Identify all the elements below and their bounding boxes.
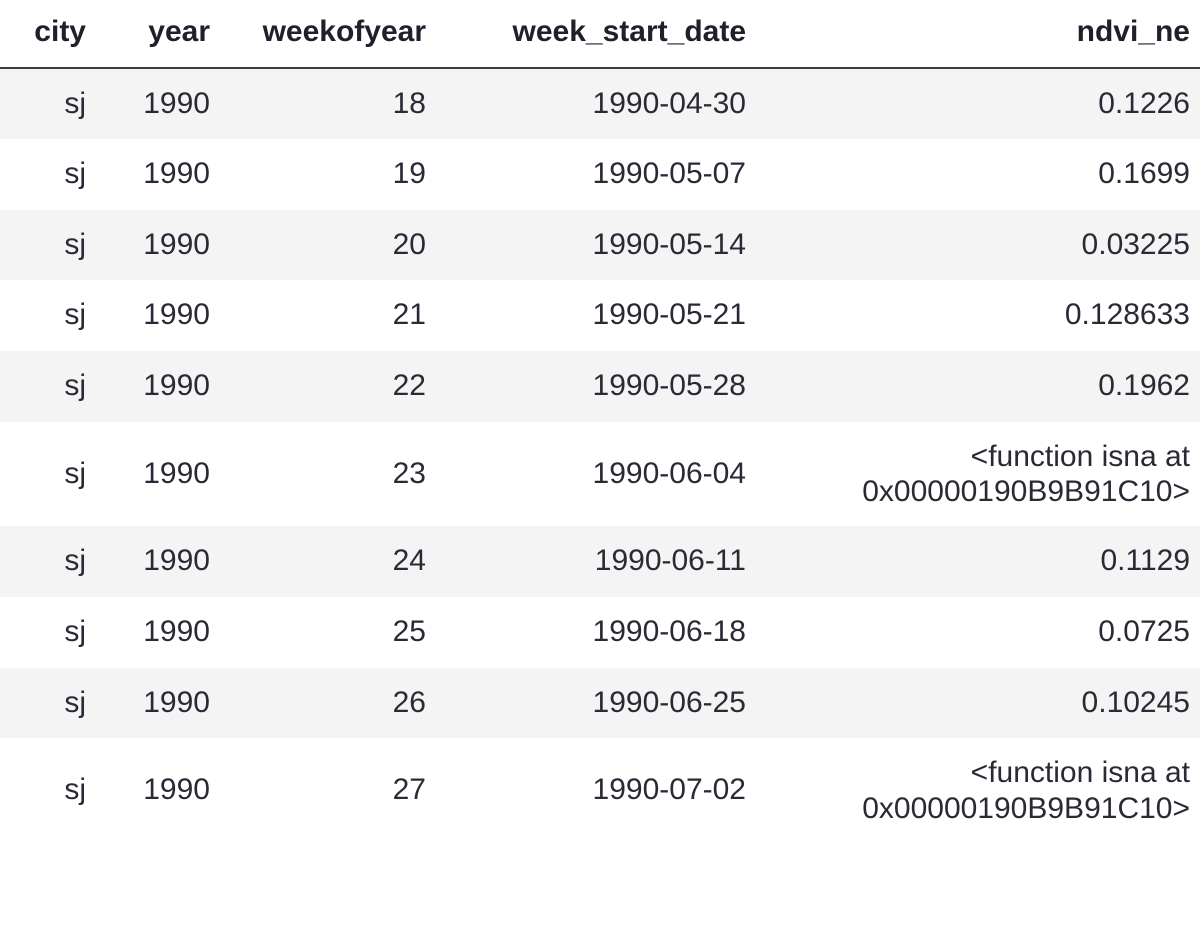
table-row: sj 1990 26 1990-06-25 0.10245 [0,667,1200,739]
table-body: sj 1990 18 1990-04-30 0.1226 sj 1990 19 … [0,67,1200,843]
cell-year: 1990 [96,421,220,527]
column-header-year[interactable]: year [96,0,220,69]
cell-weekofyear: 27 [220,738,436,843]
cell-weekofyear: 18 [220,67,436,140]
cell-year: 1990 [96,596,220,668]
table-row: sj 1990 23 1990-06-04 <function isna at … [0,421,1200,527]
cell-week-start-date: 1990-06-18 [436,596,756,668]
cell-weekofyear: 19 [220,139,436,210]
cell-ndvi-ne: 0.1962 [756,350,1200,422]
column-header-city[interactable]: city [0,0,96,69]
cell-ndvi-ne: 0.1129 [756,526,1200,597]
table-row: sj 1990 27 1990-07-02 <function isna at … [0,738,1200,843]
cell-week-start-date: 1990-07-02 [436,738,756,843]
cell-week-start-date: 1990-05-21 [436,280,756,351]
cell-weekofyear: 21 [220,280,436,351]
cell-week-start-date: 1990-05-07 [436,139,756,210]
cell-city: sj [0,280,96,351]
cell-ndvi-ne: <function isna at 0x00000190B9B91C10> [756,421,1200,527]
table-row: sj 1990 19 1990-05-07 0.1699 [0,139,1200,210]
column-header-week-start-date[interactable]: week_start_date [436,0,756,69]
cell-year: 1990 [96,667,220,739]
table-row: sj 1990 18 1990-04-30 0.1226 [0,67,1200,140]
cell-year: 1990 [96,350,220,422]
cell-week-start-date: 1990-05-28 [436,350,756,422]
column-header-ndvi-ne[interactable]: ndvi_ne [756,0,1200,69]
table-row: sj 1990 21 1990-05-21 0.128633 [0,280,1200,351]
table-header: city year weekofyear week_start_date ndv… [0,0,1200,69]
cell-week-start-date: 1990-05-14 [436,209,756,281]
cell-year: 1990 [96,139,220,210]
cell-city: sj [0,526,96,597]
table-header-row: city year weekofyear week_start_date ndv… [0,0,1200,69]
table-row: sj 1990 22 1990-05-28 0.1962 [0,350,1200,422]
cell-ndvi-ne: 0.03225 [756,209,1200,281]
cell-year: 1990 [96,209,220,281]
cell-ndvi-ne: 0.128633 [756,280,1200,351]
cell-weekofyear: 22 [220,350,436,422]
cell-city: sj [0,67,96,140]
cell-ndvi-ne: 0.1699 [756,139,1200,210]
cell-weekofyear: 26 [220,667,436,739]
table-row: sj 1990 25 1990-06-18 0.0725 [0,596,1200,668]
cell-weekofyear: 20 [220,209,436,281]
cell-week-start-date: 1990-06-04 [436,421,756,527]
cell-city: sj [0,209,96,281]
cell-city: sj [0,738,96,843]
cell-city: sj [0,667,96,739]
cell-city: sj [0,596,96,668]
cell-city: sj [0,350,96,422]
cell-city: sj [0,421,96,527]
cell-year: 1990 [96,526,220,597]
cell-ndvi-ne: 0.1226 [756,67,1200,140]
table-row: sj 1990 24 1990-06-11 0.1129 [0,526,1200,597]
column-header-weekofyear[interactable]: weekofyear [220,0,436,69]
cell-weekofyear: 23 [220,421,436,527]
cell-week-start-date: 1990-06-25 [436,667,756,739]
cell-year: 1990 [96,280,220,351]
dataframe-container: city year weekofyear week_start_date ndv… [0,0,1200,934]
table-row: sj 1990 20 1990-05-14 0.03225 [0,209,1200,281]
cell-week-start-date: 1990-04-30 [436,67,756,140]
dataframe-table: city year weekofyear week_start_date ndv… [0,0,1200,843]
cell-ndvi-ne: 0.10245 [756,667,1200,739]
cell-year: 1990 [96,738,220,843]
cell-weekofyear: 24 [220,526,436,597]
cell-ndvi-ne: <function isna at 0x00000190B9B91C10> [756,738,1200,843]
cell-city: sj [0,139,96,210]
cell-year: 1990 [96,67,220,140]
cell-week-start-date: 1990-06-11 [436,526,756,597]
cell-weekofyear: 25 [220,596,436,668]
cell-ndvi-ne: 0.0725 [756,596,1200,668]
